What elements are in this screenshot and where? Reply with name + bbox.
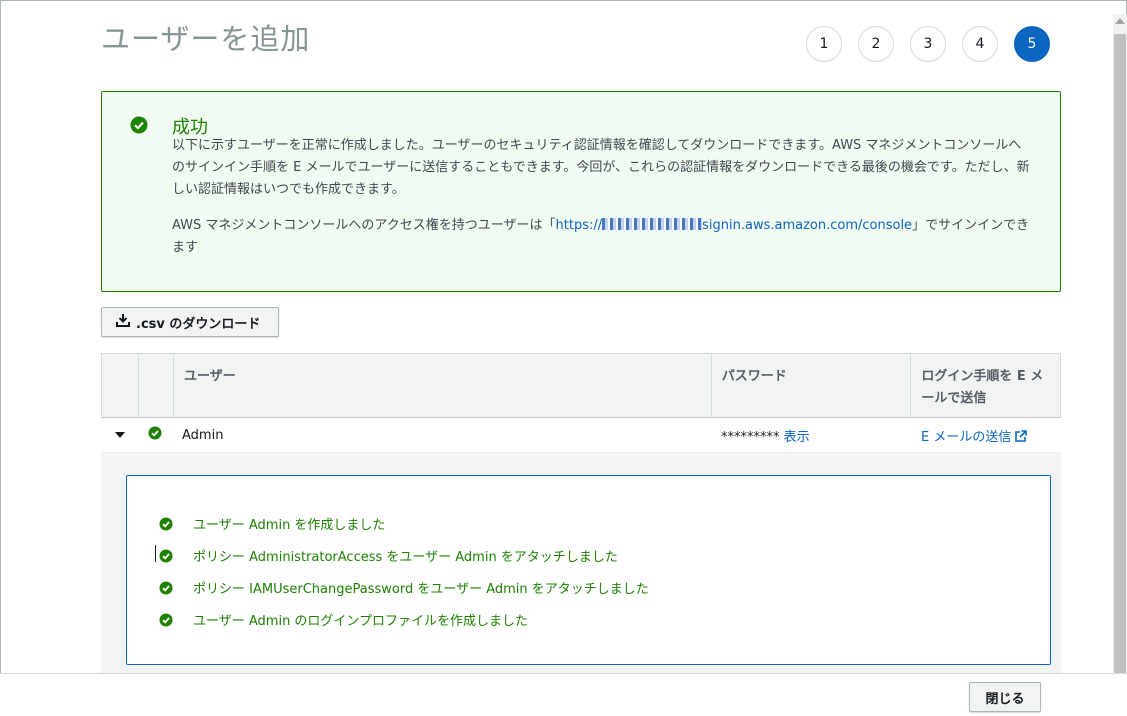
log-item: ユーザー Admin を作成しました bbox=[159, 514, 385, 533]
header-status bbox=[137, 354, 173, 417]
redacted-account-id bbox=[602, 218, 703, 230]
scroll-up-arrow-icon[interactable] bbox=[1115, 18, 1125, 24]
console-info: AWS マネジメントコンソールへのアクセス権を持つユーザーは「https://s… bbox=[172, 215, 1034, 259]
download-icon bbox=[116, 313, 130, 331]
step-4[interactable]: 4 bbox=[962, 26, 998, 62]
alert-body: 以下に示すユーザーを正常に作成しました。ユーザーのセキュリティ認証情報を確認して… bbox=[172, 135, 1034, 259]
header-email: ログイン手順を E メールで送信 bbox=[910, 354, 1060, 417]
row-email: E メールの送信 bbox=[911, 426, 1061, 445]
table-row: Admin ********* 表示 E メールの送信 bbox=[101, 418, 1061, 453]
scrollbar[interactable] bbox=[1113, 14, 1127, 674]
check-circle-icon bbox=[159, 549, 173, 562]
header-password: パスワード bbox=[710, 354, 911, 417]
check-circle-icon bbox=[148, 426, 162, 440]
row-status bbox=[137, 426, 172, 444]
close-button[interactable]: 閉じる bbox=[969, 682, 1041, 712]
step-3[interactable]: 3 bbox=[910, 26, 946, 62]
text-cursor bbox=[155, 545, 156, 562]
send-email-link[interactable]: E メールの送信 bbox=[921, 429, 1028, 445]
download-csv-label: .csv のダウンロード bbox=[136, 316, 261, 332]
scroll-thumb[interactable] bbox=[1114, 34, 1126, 674]
header-user: ユーザー bbox=[172, 354, 711, 417]
table-header: ユーザー パスワード ログイン手順を E メールで送信 bbox=[101, 353, 1061, 418]
row-user: Admin bbox=[182, 427, 224, 443]
users-table: ユーザー パスワード ログイン手順を E メールで送信 Admin ******… bbox=[101, 353, 1061, 453]
log-item: ポリシー IAMUserChangePassword をユーザー Admin を… bbox=[159, 578, 649, 597]
show-password-link[interactable]: 表示 bbox=[784, 430, 810, 445]
check-circle-icon bbox=[159, 517, 173, 530]
header-expand bbox=[102, 354, 138, 417]
password-mask: ********* bbox=[721, 429, 780, 445]
creation-log: ユーザー Admin を作成しました ポリシー AdministratorAcc… bbox=[126, 475, 1051, 665]
caret-down-icon bbox=[115, 432, 125, 438]
download-csv-button[interactable]: .csv のダウンロード bbox=[101, 307, 279, 337]
console-prefix: AWS マネジメントコンソールへのアクセス権を持つユーザーは「 bbox=[172, 218, 556, 233]
alert-message: 以下に示すユーザーを正常に作成しました。ユーザーのセキュリティ認証情報を確認して… bbox=[172, 138, 1030, 197]
footer-bar bbox=[0, 673, 1127, 716]
page-title: ユーザーを追加 bbox=[101, 22, 311, 56]
expand-toggle[interactable] bbox=[101, 432, 137, 438]
step-5[interactable]: 5 bbox=[1014, 26, 1050, 62]
row-password: ********* 表示 bbox=[711, 426, 911, 445]
log-item: ユーザー Admin のログインプロファイルを作成しました bbox=[159, 610, 528, 629]
external-link-icon bbox=[1015, 429, 1028, 442]
console-url-link[interactable]: https://signin.aws.amazon.com/console bbox=[556, 218, 912, 233]
check-circle-icon bbox=[159, 613, 173, 626]
log-item: ポリシー AdministratorAccess をユーザー Admin をアタ… bbox=[159, 546, 618, 565]
check-circle-icon bbox=[159, 581, 173, 594]
wizard-steps: 1 2 3 4 5 bbox=[806, 26, 1050, 62]
success-alert: 成功 以下に示すユーザーを正常に作成しました。ユーザーのセキュリティ認証情報を確… bbox=[101, 91, 1061, 292]
check-circle-icon bbox=[130, 116, 148, 138]
step-1[interactable]: 1 bbox=[806, 26, 842, 62]
step-2[interactable]: 2 bbox=[858, 26, 894, 62]
